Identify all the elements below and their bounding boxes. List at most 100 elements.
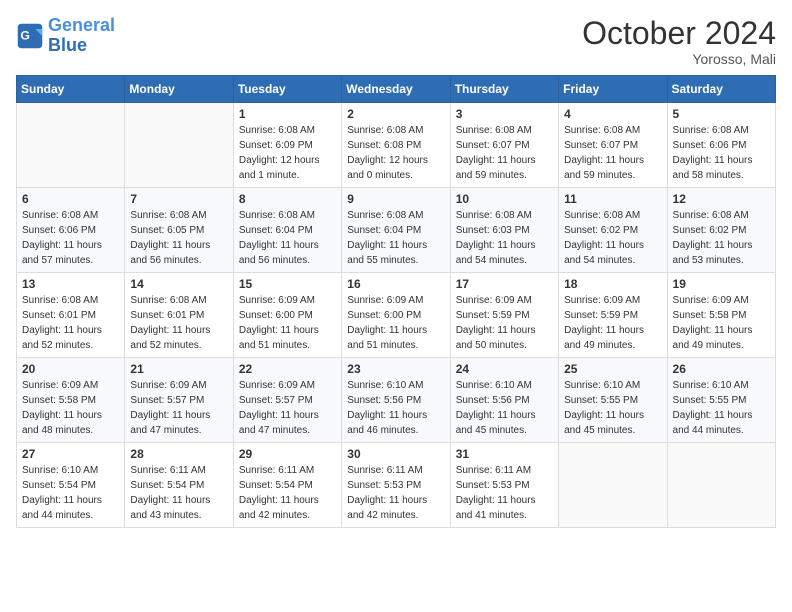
calendar-header-row: SundayMondayTuesdayWednesdayThursdayFrid…	[17, 76, 776, 103]
day-number: 24	[456, 362, 553, 376]
day-info: Sunrise: 6:11 AM Sunset: 5:54 PM Dayligh…	[239, 463, 336, 523]
day-number: 29	[239, 447, 336, 461]
calendar-cell: 29 Sunrise: 6:11 AM Sunset: 5:54 PM Dayli…	[233, 443, 341, 528]
calendar-cell: 14 Sunrise: 6:08 AM Sunset: 6:01 PM Dayli…	[125, 273, 233, 358]
day-number: 6	[22, 192, 119, 206]
day-info: Sunrise: 6:09 AM Sunset: 5:59 PM Dayligh…	[456, 293, 553, 353]
calendar-cell: 13Sunrise: 6:08 AM Sunset: 6:01 PM Dayli…	[17, 273, 125, 358]
calendar-cell: 4Sunrise: 6:08 AM Sunset: 6:07 PM Daylig…	[559, 103, 667, 188]
calendar-cell: 26 Sunrise: 6:10 AM Sunset: 5:55 PM Dayli…	[667, 358, 775, 443]
day-info: Sunrise: 6:11 AM Sunset: 5:53 PM Dayligh…	[456, 463, 553, 523]
day-number: 20	[22, 362, 119, 376]
day-number: 5	[673, 107, 770, 121]
day-number: 27	[22, 447, 119, 461]
day-info: Sunrise: 6:10 AM Sunset: 5:56 PM Dayligh…	[456, 378, 553, 438]
day-number: 11	[564, 192, 661, 206]
calendar-cell: 16 Sunrise: 6:09 AM Sunset: 6:00 PM Dayli…	[342, 273, 450, 358]
day-number: 12	[673, 192, 770, 206]
day-number: 26	[673, 362, 770, 376]
calendar-cell: 6 Sunrise: 6:08 AM Sunset: 6:06 PM Daylig…	[17, 188, 125, 273]
calendar-week-row: 6 Sunrise: 6:08 AM Sunset: 6:06 PM Daylig…	[17, 188, 776, 273]
day-info: Sunrise: 6:08 AM Sunset: 6:06 PM Dayligh…	[22, 208, 119, 268]
calendar-cell: 30 Sunrise: 6:11 AM Sunset: 5:53 PM Dayli…	[342, 443, 450, 528]
calendar-table: SundayMondayTuesdayWednesdayThursdayFrid…	[16, 75, 776, 528]
day-info: Sunrise: 6:09 AM Sunset: 5:59 PM Dayligh…	[564, 293, 661, 353]
calendar-cell: 17Sunrise: 6:09 AM Sunset: 5:59 PM Dayli…	[450, 273, 558, 358]
calendar-cell: 8 Sunrise: 6:08 AM Sunset: 6:04 PM Daylig…	[233, 188, 341, 273]
day-number: 19	[673, 277, 770, 291]
weekday-header-saturday: Saturday	[667, 76, 775, 103]
day-info: Sunrise: 6:08 AM Sunset: 6:04 PM Dayligh…	[239, 208, 336, 268]
day-number: 15	[239, 277, 336, 291]
calendar-cell: 3 Sunrise: 6:08 AM Sunset: 6:07 PM Daylig…	[450, 103, 558, 188]
day-number: 9	[347, 192, 444, 206]
day-number: 16	[347, 277, 444, 291]
calendar-cell	[17, 103, 125, 188]
day-number: 30	[347, 447, 444, 461]
day-info: Sunrise: 6:08 AM Sunset: 6:04 PM Dayligh…	[347, 208, 444, 268]
day-number: 21	[130, 362, 227, 376]
day-number: 2	[347, 107, 444, 121]
weekday-header-sunday: Sunday	[17, 76, 125, 103]
day-info: Sunrise: 6:10 AM Sunset: 5:55 PM Dayligh…	[673, 378, 770, 438]
calendar-cell: 31 Sunrise: 6:11 AM Sunset: 5:53 PM Dayli…	[450, 443, 558, 528]
weekday-header-wednesday: Wednesday	[342, 76, 450, 103]
day-info: Sunrise: 6:10 AM Sunset: 5:54 PM Dayligh…	[22, 463, 119, 523]
logo-text: General Blue	[48, 16, 115, 56]
weekday-header-monday: Monday	[125, 76, 233, 103]
day-number: 3	[456, 107, 553, 121]
day-info: Sunrise: 6:09 AM Sunset: 6:00 PM Dayligh…	[347, 293, 444, 353]
weekday-header-friday: Friday	[559, 76, 667, 103]
day-number: 13	[22, 277, 119, 291]
day-info: Sunrise: 6:08 AM Sunset: 6:09 PM Dayligh…	[239, 123, 336, 183]
calendar-cell: 2 Sunrise: 6:08 AM Sunset: 6:08 PM Daylig…	[342, 103, 450, 188]
calendar-cell: 15 Sunrise: 6:09 AM Sunset: 6:00 PM Dayli…	[233, 273, 341, 358]
month-title: October 2024	[582, 16, 776, 51]
day-number: 1	[239, 107, 336, 121]
day-number: 8	[239, 192, 336, 206]
calendar-cell: 18Sunrise: 6:09 AM Sunset: 5:59 PM Dayli…	[559, 273, 667, 358]
calendar-week-row: 27 Sunrise: 6:10 AM Sunset: 5:54 PM Dayli…	[17, 443, 776, 528]
day-number: 10	[456, 192, 553, 206]
calendar-week-row: 13 Sunrise: 6:08 AM Sunset: 6:01 PM Dayli…	[17, 273, 776, 358]
day-info: Sunrise: 6:08 AM Sunset: 6:07 PM Dayligh…	[456, 123, 553, 183]
calendar-cell	[125, 103, 233, 188]
calendar-cell: 25Sunrise: 6:10 AM Sunset: 5:55 PM Dayli…	[559, 358, 667, 443]
calendar-cell: 20Sunrise: 6:09 AM Sunset: 5:58 PM Dayli…	[17, 358, 125, 443]
calendar-cell: 22 Sunrise: 6:09 AM Sunset: 5:57 PM Dayli…	[233, 358, 341, 443]
day-number: 28	[130, 447, 227, 461]
calendar-cell: 5 Sunrise: 6:08 AM Sunset: 6:06 PM Daylig…	[667, 103, 775, 188]
calendar-cell: 28Sunrise: 6:11 AM Sunset: 5:54 PM Dayli…	[125, 443, 233, 528]
day-info: Sunrise: 6:09 AM Sunset: 5:57 PM Dayligh…	[239, 378, 336, 438]
calendar-cell: 21 Sunrise: 6:09 AM Sunset: 5:57 PM Dayli…	[125, 358, 233, 443]
day-info: Sunrise: 6:08 AM Sunset: 6:02 PM Dayligh…	[564, 208, 661, 268]
day-info: Sunrise: 6:11 AM Sunset: 5:53 PM Dayligh…	[347, 463, 444, 523]
calendar-week-row: 20Sunrise: 6:09 AM Sunset: 5:58 PM Dayli…	[17, 358, 776, 443]
day-info: Sunrise: 6:09 AM Sunset: 6:00 PM Dayligh…	[239, 293, 336, 353]
location-subtitle: Yorosso, Mali	[582, 51, 776, 67]
day-number: 25	[564, 362, 661, 376]
page-header: G General Blue October 2024 Yorosso, Mal…	[16, 16, 776, 67]
day-number: 31	[456, 447, 553, 461]
day-info: Sunrise: 6:08 AM Sunset: 6:06 PM Dayligh…	[673, 123, 770, 183]
logo-line2: Blue	[48, 35, 87, 55]
day-info: Sunrise: 6:10 AM Sunset: 5:56 PM Dayligh…	[347, 378, 444, 438]
day-number: 14	[130, 277, 227, 291]
svg-text:G: G	[20, 28, 30, 42]
calendar-cell: 7Sunrise: 6:08 AM Sunset: 6:05 PM Daylig…	[125, 188, 233, 273]
day-info: Sunrise: 6:08 AM Sunset: 6:03 PM Dayligh…	[456, 208, 553, 268]
logo-line1: General	[48, 15, 115, 35]
title-block: October 2024 Yorosso, Mali	[582, 16, 776, 67]
day-number: 22	[239, 362, 336, 376]
calendar-cell: 12 Sunrise: 6:08 AM Sunset: 6:02 PM Dayli…	[667, 188, 775, 273]
calendar-cell: 19Sunrise: 6:09 AM Sunset: 5:58 PM Dayli…	[667, 273, 775, 358]
logo-icon: G	[16, 22, 44, 50]
weekday-header-tuesday: Tuesday	[233, 76, 341, 103]
day-number: 7	[130, 192, 227, 206]
day-info: Sunrise: 6:09 AM Sunset: 5:57 PM Dayligh…	[130, 378, 227, 438]
day-info: Sunrise: 6:08 AM Sunset: 6:08 PM Dayligh…	[347, 123, 444, 183]
day-info: Sunrise: 6:08 AM Sunset: 6:01 PM Dayligh…	[130, 293, 227, 353]
day-number: 23	[347, 362, 444, 376]
calendar-week-row: 1 Sunrise: 6:08 AM Sunset: 6:09 PM Daylig…	[17, 103, 776, 188]
day-info: Sunrise: 6:08 AM Sunset: 6:02 PM Dayligh…	[673, 208, 770, 268]
